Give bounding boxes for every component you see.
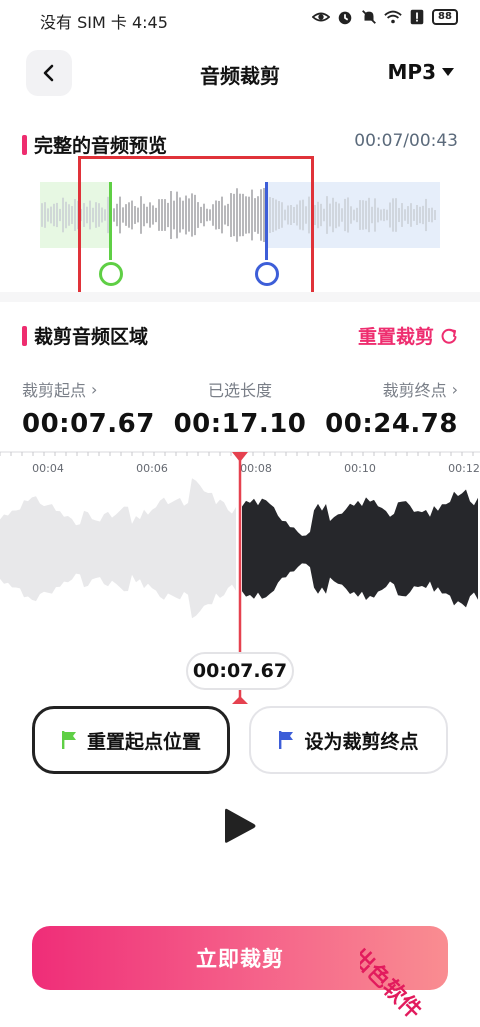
play-icon: [225, 808, 256, 843]
section-divider: [0, 292, 480, 302]
battery-icon: 88: [432, 9, 458, 25]
play-button[interactable]: [220, 804, 260, 848]
playhead-top-marker[interactable]: [232, 452, 248, 462]
status-carrier-time: 没有 SIM 卡 4:45: [40, 13, 168, 32]
mute-icon: [362, 10, 376, 24]
overview-end-handle[interactable]: [255, 262, 279, 286]
wifi-icon: [384, 10, 402, 24]
chevron-right-icon: ›: [91, 379, 98, 399]
refresh-icon: [441, 328, 457, 344]
overview-start-line: [109, 182, 112, 260]
crop-end-value: 00:24.78: [325, 409, 458, 439]
playhead-time: 00:07.67: [186, 652, 294, 690]
waveform-played: [0, 478, 236, 619]
alarm-icon: [338, 11, 352, 25]
timeline-tick-label: 00:04: [32, 462, 64, 475]
crop-section-title: 裁剪音频区域: [22, 322, 148, 349]
eye-icon: [312, 12, 330, 22]
timeline-tick-label: 00:10: [344, 462, 376, 475]
reset-crop-button[interactable]: 重置裁剪: [358, 322, 458, 349]
alert-icon: [410, 9, 424, 25]
timeline-tick-label: 00:12: [448, 462, 480, 475]
header: 音频裁剪 MP3: [0, 48, 480, 100]
format-dropdown[interactable]: MP3: [388, 60, 454, 84]
reset-start-button[interactable]: 重置起点位置: [32, 706, 230, 774]
status-bar: 没有 SIM 卡 4:45 88: [0, 0, 480, 40]
blue-flag-icon: [279, 731, 294, 749]
playhead-bottom-marker[interactable]: [232, 696, 248, 704]
crop-start[interactable]: 裁剪起点 › 00:07.67: [22, 377, 182, 440]
overview-end-line: [265, 182, 268, 260]
chevron-right-icon: ›: [451, 379, 458, 399]
timeline-tick-label: 00:06: [136, 462, 168, 475]
format-label: MP3: [387, 60, 436, 84]
green-flag-icon: [61, 731, 76, 749]
crop-end[interactable]: 裁剪终点 › 00:24.78: [298, 377, 458, 440]
crop-length-value: 00:17.10: [173, 409, 307, 439]
timeline-tick-labels: 00:04 00:06 00:08 00:10 00:12: [32, 462, 480, 475]
crop-length: 已选长度 00:17.10: [160, 377, 320, 439]
waveform-remaining: [242, 489, 478, 608]
crop-start-value: 00:07.67: [22, 409, 155, 439]
preview-section-title: 完整的音频预览: [22, 131, 167, 158]
timeline-tick-label: 00:08: [240, 462, 272, 475]
set-end-button[interactable]: 设为裁剪终点: [249, 706, 448, 774]
caret-down-icon: [442, 67, 454, 76]
overview-start-handle[interactable]: [99, 262, 123, 286]
preview-time: 00:07/00:43: [354, 131, 458, 151]
watermark: 出色软件: [360, 944, 426, 1025]
